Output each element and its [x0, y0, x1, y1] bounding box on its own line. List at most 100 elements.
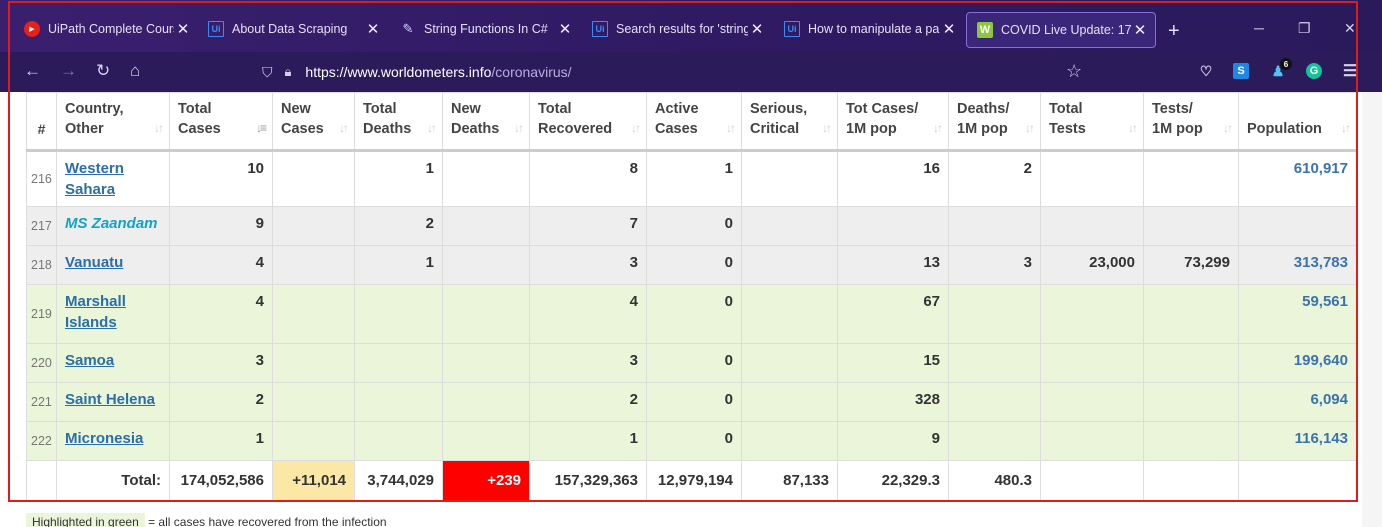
- row-rank: 217: [26, 206, 57, 246]
- sort-icon[interactable]: ↓↑: [339, 118, 349, 138]
- country-link[interactable]: Vanuatu: [65, 254, 123, 271]
- header-rank[interactable]: #: [26, 92, 57, 152]
- header-country[interactable]: Country, Other ↓↑: [56, 92, 170, 152]
- header-new-cases[interactable]: New Cases ↓↑: [272, 92, 355, 152]
- country-link[interactable]: Saint Helena: [65, 391, 155, 408]
- new-tab-button[interactable]: +: [1168, 20, 1180, 43]
- cell-total-recovered: 2: [529, 382, 647, 422]
- header-population[interactable]: Population ↓↑: [1238, 92, 1357, 152]
- cell-cases-1m: 328: [837, 382, 949, 422]
- total-serious: 87,133: [741, 460, 838, 501]
- cell-new-cases: [272, 150, 355, 207]
- lock-icon[interactable]: 🔒︎: [285, 64, 292, 80]
- cell-serious: [741, 421, 838, 461]
- back-icon[interactable]: ←: [24, 61, 41, 81]
- close-icon[interactable]: ✕: [364, 20, 382, 38]
- cell-active: 0: [646, 382, 742, 422]
- cell-cases-1m: 13: [837, 245, 949, 285]
- cell-total-deaths: [354, 382, 443, 422]
- header-cases-per-million[interactable]: Tot Cases/1M pop ↓↑: [837, 92, 949, 152]
- sort-desc-icon[interactable]: ↓≡: [256, 118, 267, 138]
- home-icon[interactable]: ⌂: [130, 61, 140, 81]
- sort-icon[interactable]: ↓↑: [1223, 118, 1233, 138]
- tab-about-data-scraping[interactable]: Ui About Data Scraping ✕: [198, 10, 388, 48]
- header-total-cases[interactable]: Total Cases ↓≡: [169, 92, 273, 152]
- address-bar[interactable]: ⛉ 🔒︎ https://www.worldometers.info/coron…: [254, 58, 1100, 86]
- sort-icon[interactable]: ↓↑: [933, 118, 943, 138]
- country-link[interactable]: Micronesia: [65, 430, 143, 447]
- cell-total-recovered: 3: [529, 343, 647, 383]
- close-icon[interactable]: ✕: [556, 20, 574, 38]
- close-window-icon[interactable]: ✕: [1344, 20, 1356, 37]
- header-total-tests[interactable]: Total Tests ↓↑: [1040, 92, 1144, 152]
- country-link[interactable]: Samoa: [65, 352, 114, 369]
- tab-manipulate-part[interactable]: Ui How to manipulate a part ✕: [774, 10, 964, 48]
- sort-icon[interactable]: ↓↑: [1341, 118, 1351, 138]
- url-text[interactable]: https://www.worldometers.info/coronaviru…: [305, 64, 571, 80]
- header-line: 1M pop: [957, 121, 1008, 137]
- pocket-icon[interactable]: ♡: [1198, 63, 1214, 79]
- tab-uipath-complete-course[interactable]: ▶ UiPath Complete Course ✕: [14, 10, 198, 48]
- header-deaths-per-million[interactable]: Deaths/1M pop ↓↑: [948, 92, 1041, 152]
- shield-icon[interactable]: ⛉: [262, 64, 273, 81]
- tab-string-functions[interactable]: ✎ String Functions In C# ✕: [390, 10, 580, 48]
- header-total-recovered[interactable]: Total Recovered ↓↑: [529, 92, 647, 152]
- sort-icon[interactable]: ↓↑: [154, 118, 164, 138]
- sort-icon[interactable]: ↓↑: [1128, 118, 1138, 138]
- bookmark-star-icon[interactable]: ☆: [1066, 61, 1082, 82]
- cell-new-deaths: [442, 150, 530, 207]
- sort-icon[interactable]: ↓↑: [427, 118, 437, 138]
- header-active-cases[interactable]: Active Cases ↓↑: [646, 92, 742, 152]
- restore-icon[interactable]: ❐: [1298, 20, 1311, 37]
- tab-title: How to manipulate a part: [808, 22, 940, 36]
- header-new-deaths[interactable]: New Deaths ↓↑: [442, 92, 530, 152]
- extension-s-icon[interactable]: S: [1233, 63, 1249, 79]
- header-line: Cases: [281, 121, 324, 137]
- grammarly-icon[interactable]: G: [1306, 63, 1322, 79]
- country-name-line: Saint Helena: [65, 391, 156, 408]
- header-tests-per-million[interactable]: Tests/1M pop ↓↑: [1143, 92, 1239, 152]
- youtube-icon: ▶: [24, 21, 40, 37]
- cell-deaths-1m: [948, 284, 1041, 344]
- cell-total-cases: 1: [169, 421, 273, 461]
- table-row: 222 Micronesia 1 1 0 9 116,143: [26, 421, 1357, 461]
- tab-search-results[interactable]: Ui Search results for 'string f ✕: [582, 10, 772, 48]
- header-line: Total: [363, 101, 397, 117]
- cell-total-tests: 23,000: [1040, 245, 1144, 285]
- reload-icon[interactable]: ↻: [96, 61, 110, 81]
- page-scrollbar[interactable]: [1362, 92, 1382, 527]
- cell-active: 0: [646, 245, 742, 285]
- total-row: Total: 174,052,586 +11,014 3,744,029 +239 157…: [26, 460, 1357, 501]
- menu-icon[interactable]: ☰: [1342, 63, 1358, 80]
- cell-total-recovered: 8: [529, 150, 647, 207]
- cell-population: 6,094: [1238, 382, 1357, 422]
- cell-tests-1m: 73,299: [1143, 245, 1239, 285]
- forward-icon[interactable]: →: [60, 61, 77, 81]
- sort-icon[interactable]: ↓↑: [631, 118, 641, 138]
- header-serious-critical[interactable]: Serious, Critical ↓↑: [741, 92, 838, 152]
- header-line: Critical: [750, 121, 800, 137]
- close-icon[interactable]: ✕: [940, 20, 958, 38]
- cell-total-recovered: 4: [529, 284, 647, 344]
- tab-covid-live-update[interactable]: W COVID Live Update: 174,0 ✕: [966, 12, 1156, 48]
- total-new-cases: +11,014: [272, 460, 355, 501]
- header-line: Recovered: [538, 121, 613, 137]
- close-icon[interactable]: ✕: [748, 20, 766, 38]
- cell-total-cases: 4: [169, 245, 273, 285]
- minimize-icon[interactable]: ─: [1254, 20, 1264, 36]
- country-link[interactable]: Western Sahara: [65, 160, 124, 198]
- header-total-deaths[interactable]: Total Deaths ↓↑: [354, 92, 443, 152]
- sort-icon[interactable]: ↓↑: [1025, 118, 1035, 138]
- sort-icon[interactable]: ↓↑: [726, 118, 736, 138]
- sort-icon[interactable]: ↓↑: [514, 118, 524, 138]
- total-cases-1m: 22,329.3: [837, 460, 949, 501]
- table-row: 216 Western Sahara 10 1 8 1 16 2 610,917: [26, 150, 1357, 207]
- cell-cases-1m: [837, 206, 949, 246]
- country-link[interactable]: Marshall Islands: [65, 293, 126, 331]
- close-icon[interactable]: ✕: [174, 20, 192, 38]
- cell-deaths-1m: [948, 343, 1041, 383]
- sort-icon[interactable]: ↓↑: [822, 118, 832, 138]
- country-link[interactable]: MS Zaandam: [65, 215, 158, 232]
- close-icon[interactable]: ✕: [1131, 21, 1149, 39]
- cell-tests-1m: [1143, 421, 1239, 461]
